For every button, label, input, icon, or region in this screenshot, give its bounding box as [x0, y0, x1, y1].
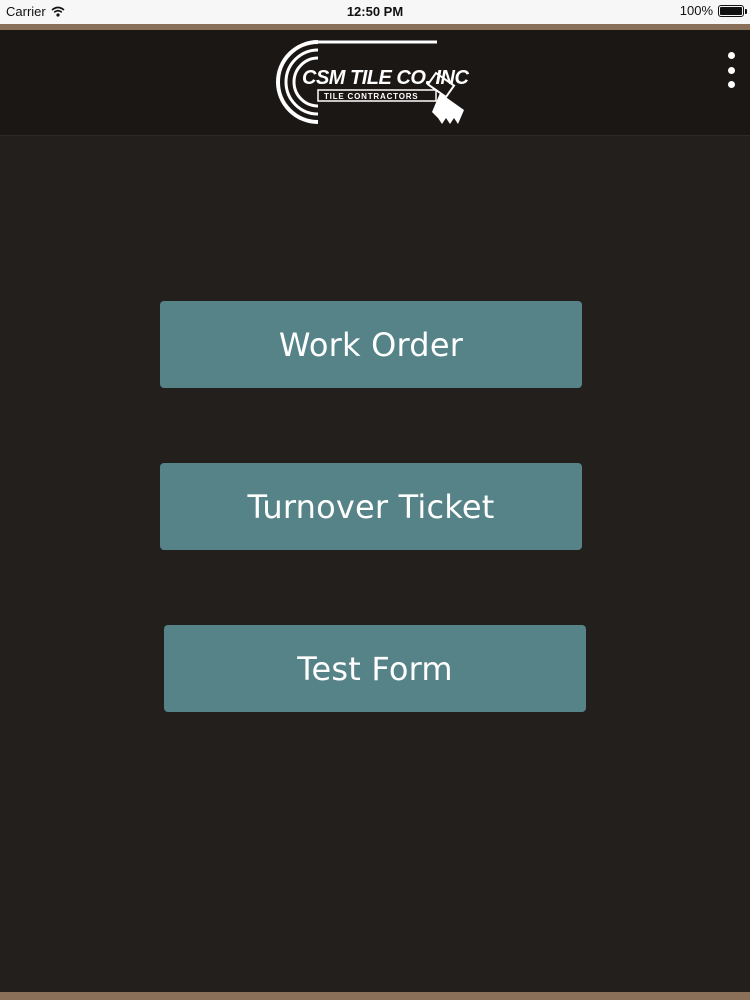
- status-right: 100%: [679, 3, 747, 18]
- battery-icon: [718, 4, 747, 17]
- bottom-accent-stripe: [0, 992, 750, 1000]
- menu-dot: [727, 81, 735, 88]
- status-bar: Carrier 12:50 PM 100%: [0, 0, 750, 24]
- main-content: Work Order Turnover Ticket Test Form: [0, 137, 750, 992]
- turnover-ticket-button[interactable]: Turnover Ticket: [160, 463, 582, 550]
- logo-tagline-text: TILE CONTRACTORS: [324, 92, 418, 101]
- test-form-button[interactable]: Test Form: [164, 625, 586, 712]
- battery-fill: [720, 6, 742, 15]
- company-logo: CSM TILE CO. INC TILE CONTRACTORS: [276, 40, 470, 124]
- battery-cap: [745, 8, 747, 14]
- menu-dot: [727, 66, 735, 74]
- status-time: 12:50 PM: [346, 4, 404, 19]
- work-order-button[interactable]: Work Order: [160, 301, 582, 388]
- app-header: CSM TILE CO. INC TILE CONTRACTORS: [0, 30, 750, 136]
- app-screen: Carrier 12:50 PM 100% CSM TILE CO. INC T…: [0, 0, 750, 1000]
- menu-dot: [727, 52, 735, 59]
- more-vertical-icon[interactable]: [724, 52, 738, 88]
- battery-percent: 100%: [679, 3, 713, 18]
